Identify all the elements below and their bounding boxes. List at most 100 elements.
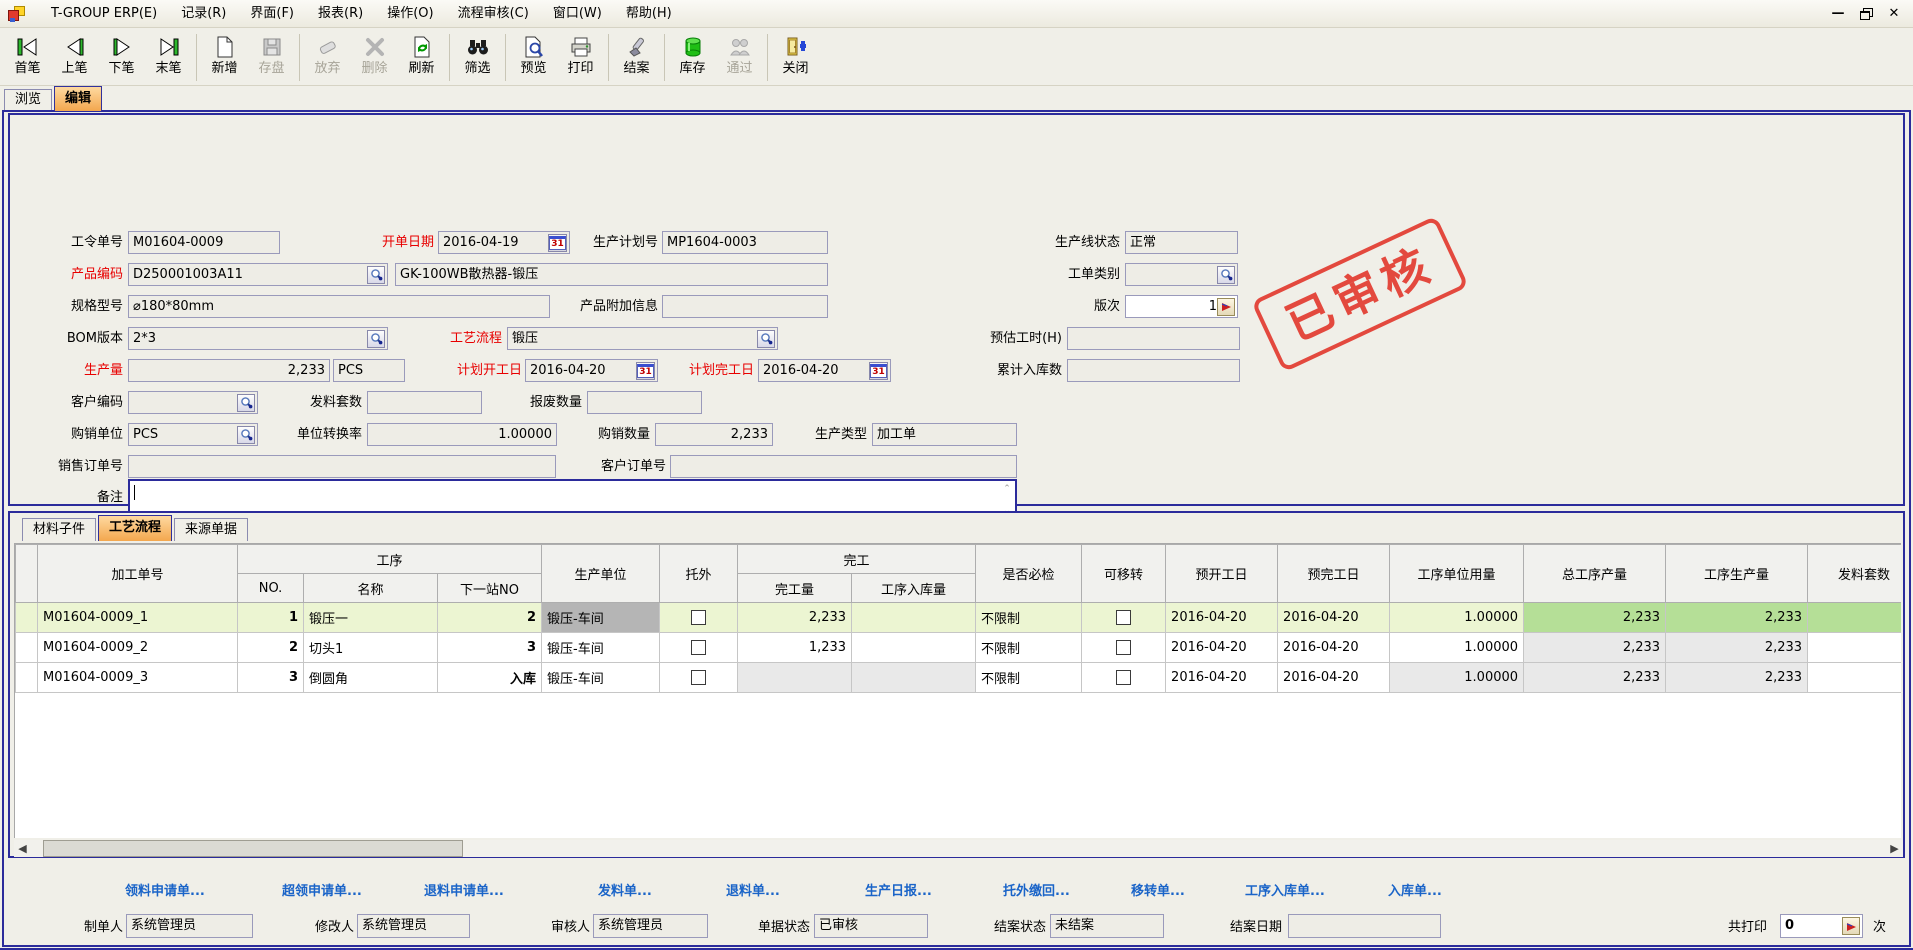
cell-in-qty[interactable] — [852, 663, 976, 693]
cell-inspect[interactable]: 不限制 — [976, 633, 1082, 663]
cell-pre-end[interactable]: 2016-04-20 — [1278, 603, 1390, 633]
cell-movable[interactable] — [1082, 603, 1166, 633]
cell-total-output[interactable]: 2,233 — [1524, 663, 1666, 693]
lookup-magnifier-icon[interactable] — [757, 330, 775, 348]
cell-issue-sets[interactable] — [1808, 633, 1901, 663]
modifier-field[interactable]: 系统管理员 — [357, 914, 470, 938]
qty-unit-field[interactable]: PCS — [333, 359, 405, 382]
lookup-magnifier-icon[interactable] — [237, 394, 255, 412]
restore-icon[interactable] — [1857, 5, 1875, 23]
cell-next[interactable]: 入库 — [438, 663, 542, 693]
lookup-magnifier-icon[interactable] — [237, 426, 255, 444]
prod-type-field[interactable]: 加工单 — [872, 423, 1017, 446]
lookup-magnifier-icon[interactable] — [1217, 266, 1235, 284]
tab-browse[interactable]: 浏览 — [4, 89, 52, 111]
menu-record[interactable]: 记录(R) — [169, 2, 238, 26]
menu-help[interactable]: 帮助(H) — [614, 2, 684, 26]
trade-qty-field[interactable]: 2,233 — [655, 423, 773, 446]
movable-checkbox[interactable] — [1116, 640, 1131, 655]
product-desc-field[interactable]: GK-100WB散热器-锻压 — [395, 263, 828, 286]
cell-pre-start[interactable]: 2016-04-20 — [1166, 663, 1278, 693]
cell-name[interactable]: 锻压一 — [304, 603, 438, 633]
customer-code-field[interactable] — [128, 391, 258, 414]
auditor-field[interactable]: 系统管理员 — [593, 914, 708, 938]
cell-total-output[interactable]: 2,233 — [1524, 633, 1666, 663]
maker-field[interactable]: 系统管理员 — [126, 914, 253, 938]
link-outsource-return[interactable]: 托外缴回... — [1003, 880, 1070, 899]
plan-no-field[interactable]: MP1604-0003 — [662, 231, 828, 254]
prev-record-button[interactable]: 上笔 — [51, 30, 98, 85]
spec-field[interactable]: ⌀180*80mm — [128, 295, 550, 318]
scroll-left-icon[interactable]: ◀ — [14, 840, 31, 857]
scrollbar-thumb[interactable] — [43, 840, 463, 857]
cell-id[interactable]: M01604-0009_2 — [38, 633, 238, 663]
movable-checkbox[interactable] — [1116, 610, 1131, 625]
cell-no[interactable]: 1 — [238, 603, 304, 633]
cell-next[interactable]: 2 — [438, 603, 542, 633]
outsource-checkbox[interactable] — [691, 640, 706, 655]
unit-rate-field[interactable]: 1.00000 — [367, 423, 557, 446]
cell-dept[interactable]: 锻压-车间 — [542, 603, 660, 633]
cell-total-output[interactable]: 2,233 — [1524, 603, 1666, 633]
cust-order-field[interactable] — [670, 455, 1017, 478]
approve-button[interactable]: 通过 — [716, 30, 763, 85]
menu-window[interactable]: 窗口(W) — [541, 2, 614, 26]
refresh-button[interactable]: 刷新 — [398, 30, 445, 85]
link-transfer-order[interactable]: 移转单... — [1131, 880, 1185, 899]
line-status-field[interactable]: 正常 — [1125, 231, 1238, 254]
cell-in-qty[interactable] — [852, 603, 976, 633]
link-process-inbound[interactable]: 工序入库单... — [1245, 880, 1325, 899]
tab-material-components[interactable]: 材料子件 — [22, 518, 96, 541]
scroll-up-icon[interactable]: ⌃ — [1001, 484, 1013, 494]
cell-inspect[interactable]: 不限制 — [976, 663, 1082, 693]
cell-pre-end[interactable]: 2016-04-20 — [1278, 663, 1390, 693]
cell-outsource[interactable] — [660, 633, 738, 663]
cell-issue-sets[interactable] — [1808, 603, 1901, 633]
spinner-arrow-icon[interactable] — [1217, 298, 1235, 316]
cell-name[interactable]: 倒圆角 — [304, 663, 438, 693]
cell-done[interactable]: 2,233 — [738, 603, 852, 633]
cell-name[interactable]: 切头1 — [304, 633, 438, 663]
new-button[interactable]: 新增 — [201, 30, 248, 85]
cell-inspect[interactable]: 不限制 — [976, 603, 1082, 633]
scrollbar-track[interactable] — [31, 840, 1886, 857]
lookup-magnifier-icon[interactable] — [367, 266, 385, 284]
cell-pre-start[interactable]: 2016-04-20 — [1166, 603, 1278, 633]
cell-unit-usage[interactable]: 1.00000 — [1390, 603, 1524, 633]
calendar-icon[interactable]: 31 — [548, 234, 567, 252]
open-date-field[interactable]: 2016-04-1931 — [438, 231, 570, 254]
cell-no[interactable]: 3 — [238, 663, 304, 693]
cell-unit-usage[interactable]: 1.00000 — [1390, 633, 1524, 663]
order-type-field[interactable] — [1125, 263, 1238, 286]
save-button[interactable]: 存盘 — [248, 30, 295, 85]
cell-dept[interactable]: 锻压-车间 — [542, 633, 660, 663]
first-record-button[interactable]: 首笔 — [4, 30, 51, 85]
cell-pre-start[interactable]: 2016-04-20 — [1166, 633, 1278, 663]
inventory-button[interactable]: 库存 — [669, 30, 716, 85]
cell-unit-usage[interactable]: 1.00000 — [1390, 663, 1524, 693]
link-return-order[interactable]: 退料单... — [726, 880, 780, 899]
movable-checkbox[interactable] — [1116, 670, 1131, 685]
grid-row-2[interactable]: M01604-0009_2 2 切头1 3 锻压-车间 1,233 不限制 20… — [16, 633, 1902, 663]
print-button[interactable]: 打印 — [557, 30, 604, 85]
cell-pre-end[interactable]: 2016-04-20 — [1278, 633, 1390, 663]
issue-sets-field[interactable] — [367, 391, 482, 414]
link-issue-order[interactable]: 发料单... — [598, 880, 652, 899]
cell-id[interactable]: M01604-0009_1 — [38, 603, 238, 633]
cell-movable[interactable] — [1082, 663, 1166, 693]
cell-proc-output[interactable]: 2,233 — [1666, 663, 1808, 693]
cell-outsource[interactable] — [660, 663, 738, 693]
menu-interface[interactable]: 界面(F) — [238, 2, 306, 26]
work-order-field[interactable]: M01604-0009 — [128, 231, 280, 254]
plan-start-field[interactable]: 2016-04-2031 — [525, 359, 658, 382]
delete-button[interactable]: 删除 — [351, 30, 398, 85]
close-icon[interactable]: ✕ — [1885, 5, 1903, 23]
menu-workflow-audit[interactable]: 流程审核(C) — [446, 2, 541, 26]
cell-dept[interactable]: 锻压-车间 — [542, 663, 660, 693]
print-count-field[interactable]: 0 — [1780, 914, 1863, 938]
link-over-request[interactable]: 超领申请单... — [282, 880, 362, 899]
next-record-button[interactable]: 下笔 — [98, 30, 145, 85]
link-daily-report[interactable]: 生产日报... — [865, 880, 932, 899]
doc-status-field[interactable]: 已审核 — [814, 914, 928, 938]
link-return-request[interactable]: 退料申请单... — [424, 880, 504, 899]
